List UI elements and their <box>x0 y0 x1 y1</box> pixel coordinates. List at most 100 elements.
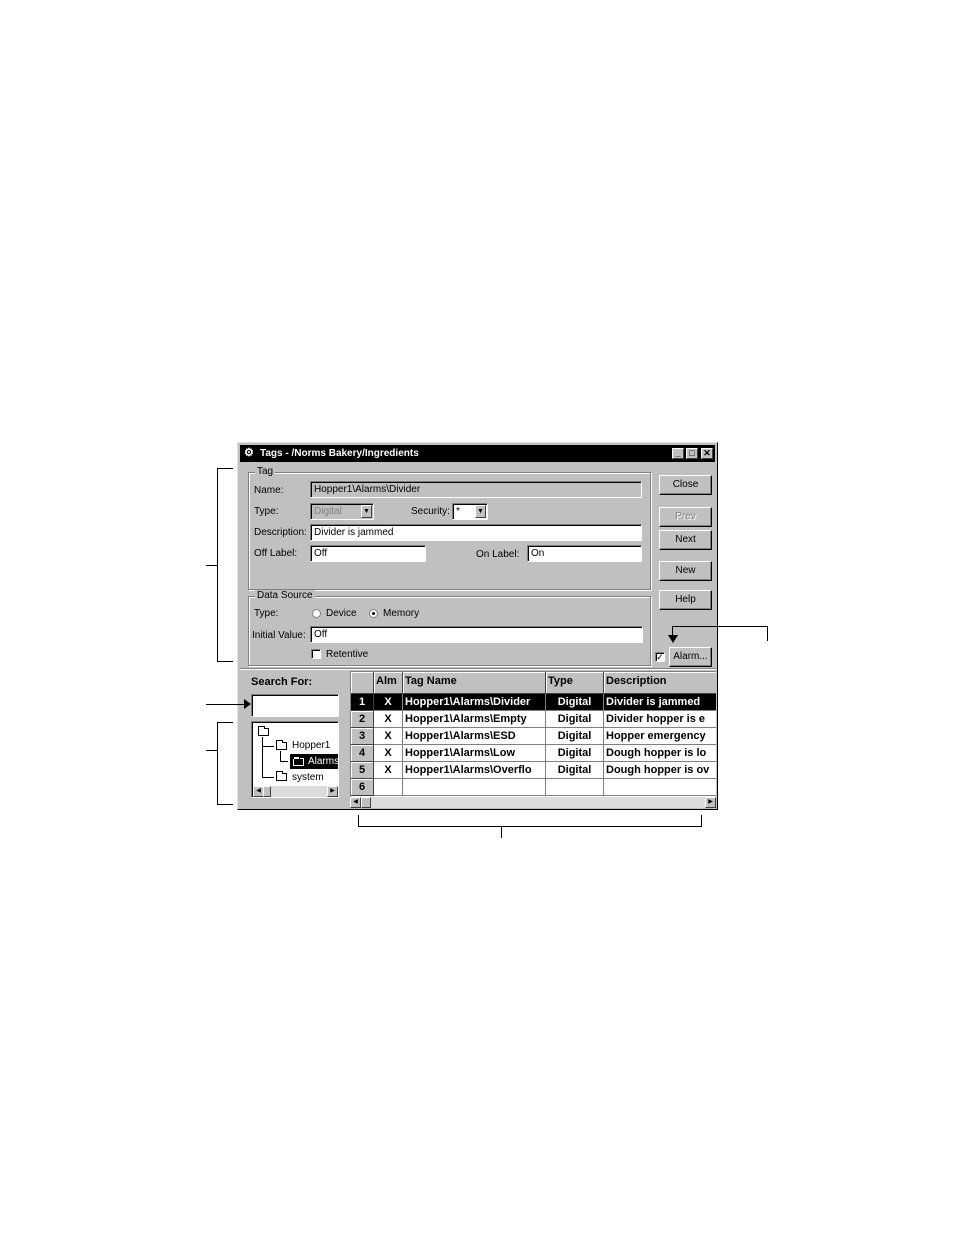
help-button[interactable]: Help <box>659 590 712 610</box>
window-title: Tags - /Norms Bakery/Ingredients <box>260 448 419 459</box>
row-number[interactable]: 1 <box>351 694 374 711</box>
folder-icon <box>276 771 287 781</box>
row-number[interactable]: 5 <box>351 762 374 779</box>
close-button[interactable]: Close <box>659 475 712 495</box>
type-cell[interactable]: Digital <box>546 694 604 711</box>
alarm-button[interactable]: Alarm... <box>669 647 712 667</box>
description-cell[interactable]: Divider hopper is e <box>604 711 716 728</box>
tags-window: ⚙ Tags - /Norms Bakery/Ingredients _ □ ✕… <box>237 442 718 810</box>
security-select[interactable]: * ▼ <box>452 503 488 520</box>
description-cell[interactable]: Hopper emergency <box>604 728 716 745</box>
chevron-down-icon: ▼ <box>475 505 486 518</box>
tree-item-system[interactable]: system <box>292 772 324 783</box>
callout-bracket <box>358 826 702 827</box>
off-label-field[interactable]: Off <box>310 545 426 562</box>
title-bar[interactable]: ⚙ Tags - /Norms Bakery/Ingredients _ □ ✕ <box>240 445 715 462</box>
type-cell[interactable]: Digital <box>546 762 604 779</box>
callout-line <box>767 626 768 641</box>
tree-item-hopper1[interactable]: Hopper1 <box>292 740 330 751</box>
type-cell[interactable] <box>546 779 604 796</box>
column-header-type[interactable]: Type <box>546 672 604 694</box>
type-cell[interactable]: Digital <box>546 711 604 728</box>
search-input[interactable] <box>251 694 339 717</box>
tree-item-alarms-selected[interactable]: Alarms <box>290 754 338 769</box>
description-cell[interactable]: Divider is jammed <box>604 694 716 711</box>
column-header-alm[interactable]: Alm <box>374 672 403 694</box>
scroll-thumb[interactable] <box>361 797 371 808</box>
folder-tree[interactable]: Hopper1 Alarms system ◀ ▶ <box>251 721 339 798</box>
tag-name-cell[interactable]: Hopper1\Alarms\Divider <box>403 694 546 711</box>
tree-horizontal-scrollbar[interactable]: ◀ ▶ <box>253 786 338 797</box>
callout-arrow-icon <box>668 635 678 643</box>
callout-line <box>206 704 246 705</box>
tag-name-cell[interactable]: Hopper1\Alarms\ESD <box>403 728 546 745</box>
prev-button[interactable]: Prev <box>659 507 712 527</box>
callout-bracket <box>701 815 702 827</box>
tree-line <box>262 737 263 777</box>
tag-name-cell[interactable]: Hopper1\Alarms\Empty <box>403 711 546 728</box>
description-cell[interactable]: Dough hopper is ov <box>604 762 716 779</box>
callout-line <box>206 565 217 566</box>
grid-horizontal-scrollbar[interactable]: ◀ ▶ <box>350 797 716 808</box>
on-label-field[interactable]: On <box>527 545 642 562</box>
maximize-button[interactable]: □ <box>686 448 698 459</box>
callout-bracket <box>217 468 218 662</box>
alm-cell[interactable] <box>374 779 403 796</box>
tree-line <box>280 751 281 761</box>
minimize-button[interactable]: _ <box>672 448 684 459</box>
device-radio-label: Device <box>326 608 357 619</box>
description-cell[interactable] <box>604 779 716 796</box>
scroll-right-icon[interactable]: ▶ <box>705 797 716 808</box>
description-cell[interactable]: Dough hopper is lo <box>604 745 716 762</box>
tag-name-cell[interactable]: Hopper1\Alarms\Overflo <box>403 762 546 779</box>
initial-value-field[interactable]: Off <box>310 626 643 643</box>
name-label: Name: <box>254 485 284 496</box>
row-number[interactable]: 6 <box>351 779 374 796</box>
scroll-thumb[interactable] <box>263 786 271 797</box>
tree-line <box>280 761 288 762</box>
alm-cell[interactable]: X <box>374 745 403 762</box>
on-label-label: On Label: <box>476 549 520 560</box>
callout-bracket <box>217 804 233 805</box>
callout-bracket <box>358 815 359 827</box>
row-number[interactable]: 4 <box>351 745 374 762</box>
data-source-type-label: Type: <box>254 608 279 619</box>
column-header-tag-name[interactable]: Tag Name <box>403 672 546 694</box>
alm-cell[interactable]: X <box>374 694 403 711</box>
initial-value-label: Initial Value: <box>252 630 306 641</box>
retentive-checkbox[interactable] <box>311 649 321 659</box>
type-label: Type: <box>254 506 279 517</box>
alarm-checkbox[interactable]: ✓ <box>655 652 665 662</box>
scroll-right-icon[interactable]: ▶ <box>327 786 338 797</box>
next-button[interactable]: Next <box>659 530 712 550</box>
tags-grid[interactable]: Alm Tag Name Type Description 1 X Hopper… <box>350 671 716 797</box>
type-cell[interactable]: Digital <box>546 728 604 745</box>
app-icon: ⚙ <box>244 447 254 459</box>
tag-name-cell[interactable]: Hopper1\Alarms\Low <box>403 745 546 762</box>
callout-bracket <box>217 722 218 805</box>
tag-group-legend: Tag <box>255 466 276 477</box>
type-select[interactable]: Digital ▼ <box>310 503 374 520</box>
close-window-button[interactable]: ✕ <box>701 448 713 459</box>
new-button[interactable]: New <box>659 561 712 581</box>
folder-icon <box>258 726 269 736</box>
alm-cell[interactable]: X <box>374 711 403 728</box>
alm-cell[interactable]: X <box>374 728 403 745</box>
row-number[interactable]: 2 <box>351 711 374 728</box>
alm-cell[interactable]: X <box>374 762 403 779</box>
name-field[interactable]: Hopper1\Alarms\Divider <box>310 481 642 498</box>
callout-arrow-icon <box>244 699 251 709</box>
type-cell[interactable]: Digital <box>546 745 604 762</box>
scroll-left-icon[interactable]: ◀ <box>350 797 361 808</box>
search-label: Search For: <box>251 676 313 688</box>
device-radio[interactable] <box>312 609 321 618</box>
off-label-label: Off Label: <box>254 548 298 559</box>
column-header-description[interactable]: Description <box>604 672 716 694</box>
retentive-label: Retentive <box>326 649 369 660</box>
row-number[interactable]: 3 <box>351 728 374 745</box>
description-field[interactable]: Divider is jammed <box>310 524 642 541</box>
callout-line <box>501 826 502 838</box>
memory-radio[interactable] <box>369 609 378 618</box>
callout-line <box>206 750 217 751</box>
tag-name-cell[interactable] <box>403 779 546 796</box>
